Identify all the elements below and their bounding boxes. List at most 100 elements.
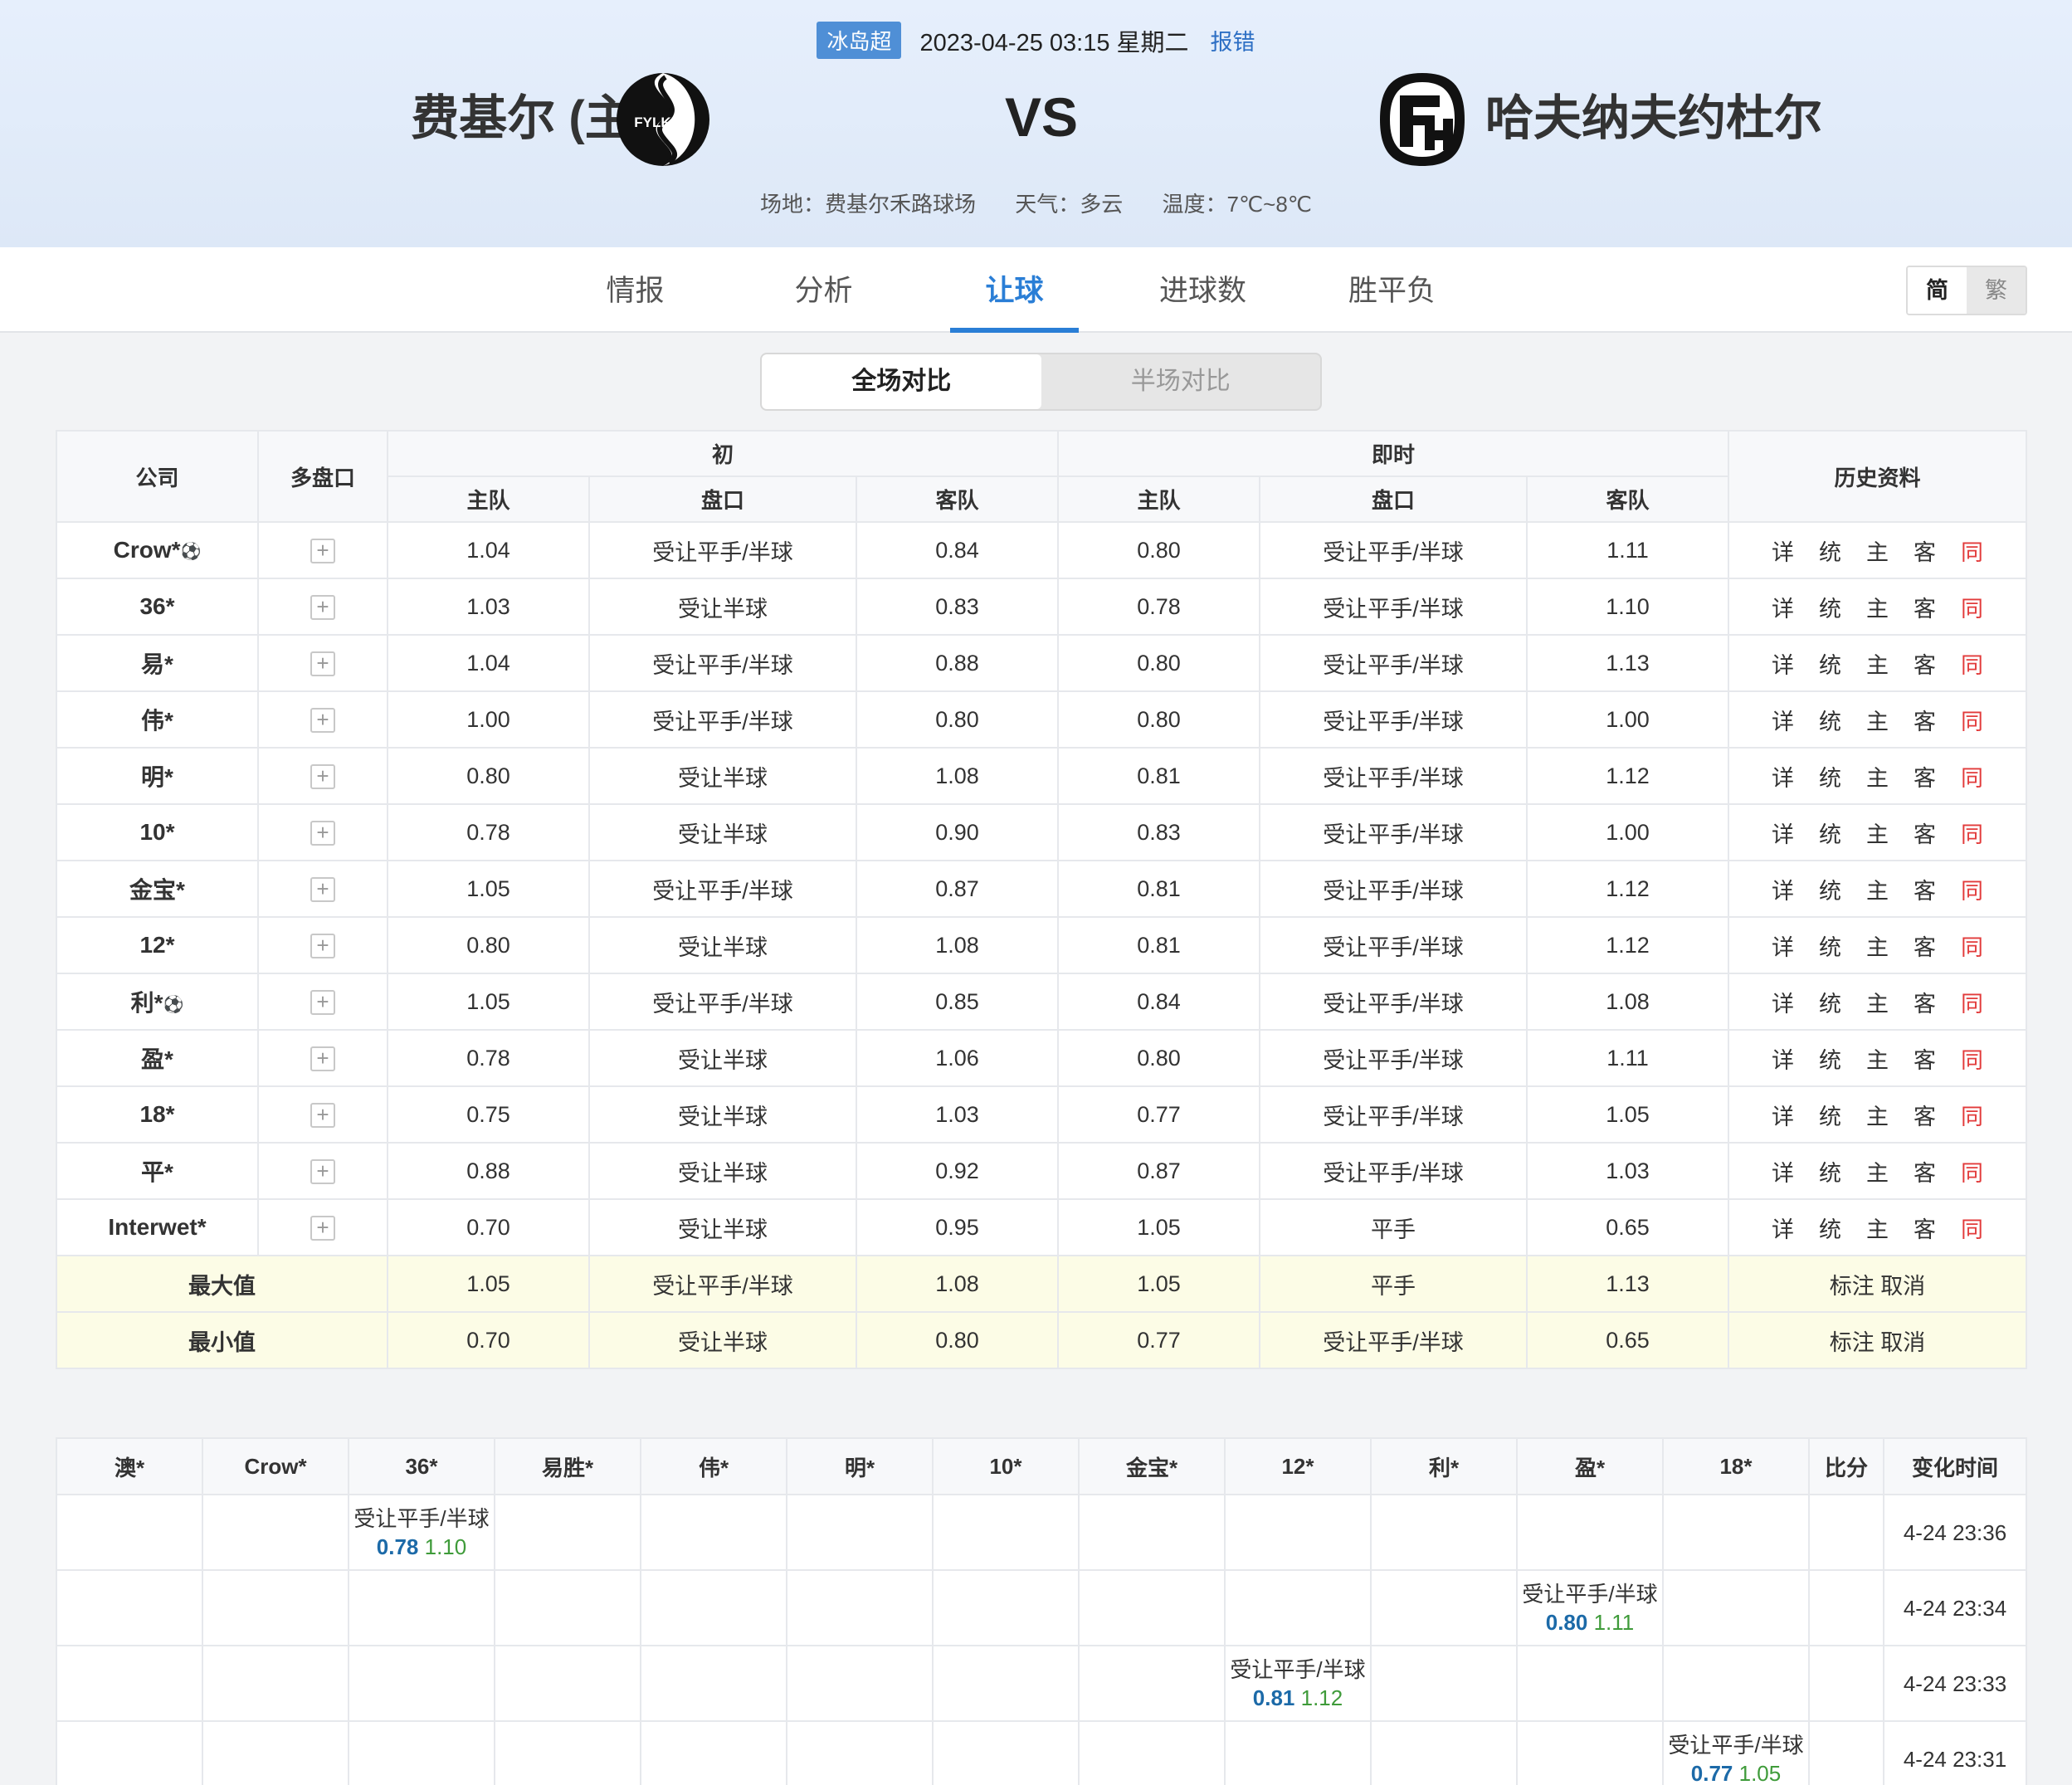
expand-plus-icon[interactable]: + — [310, 876, 335, 902]
expand-plus-icon[interactable]: + — [310, 1102, 335, 1128]
detail-link[interactable]: 详 — [1772, 1212, 1794, 1244]
detail-link[interactable]: 详 — [1772, 873, 1794, 905]
tab-handicap[interactable]: 让球 — [950, 247, 1079, 333]
company-cell[interactable]: 10* — [56, 803, 259, 861]
same-link[interactable]: 同 — [1961, 1155, 1983, 1188]
expand-plus-icon[interactable]: + — [310, 763, 335, 789]
stats-link[interactable]: 统 — [1819, 817, 1841, 849]
away-link[interactable]: 客 — [1914, 1155, 1936, 1188]
company-cell[interactable]: 12* — [56, 916, 259, 974]
home-link[interactable]: 主 — [1866, 704, 1889, 736]
away-link[interactable]: 客 — [1914, 704, 1936, 736]
home-link[interactable]: 主 — [1866, 591, 1889, 623]
expand-plus-icon[interactable]: + — [310, 1215, 335, 1241]
same-link[interactable]: 同 — [1961, 817, 1983, 849]
away-link[interactable]: 客 — [1914, 1099, 1936, 1131]
away-link[interactable]: 客 — [1914, 986, 1936, 1018]
home-team-logo[interactable]: FYLKIR — [614, 71, 712, 168]
detail-link[interactable]: 详 — [1772, 1099, 1794, 1131]
full-match-button[interactable]: 全场对比 — [762, 354, 1041, 409]
company-cell[interactable]: 盈* — [56, 1029, 259, 1087]
same-link[interactable]: 同 — [1961, 760, 1983, 793]
stats-link[interactable]: 统 — [1819, 1099, 1841, 1131]
away-team-name[interactable]: 哈夫纳夫约杜尔 — [1485, 65, 1822, 173]
detail-link[interactable]: 详 — [1772, 647, 1794, 680]
company-cell[interactable]: Interwet* — [56, 1198, 259, 1256]
same-link[interactable]: 同 — [1961, 704, 1983, 736]
stats-link[interactable]: 统 — [1819, 1212, 1841, 1244]
detail-link[interactable]: 详 — [1772, 1042, 1794, 1075]
tab-goals[interactable]: 进球数 — [1138, 247, 1267, 333]
away-link[interactable]: 客 — [1914, 1212, 1936, 1244]
home-link[interactable]: 主 — [1866, 647, 1889, 680]
expand-plus-icon[interactable]: + — [310, 989, 335, 1015]
stats-link[interactable]: 统 — [1819, 704, 1841, 736]
same-link[interactable]: 同 — [1961, 1212, 1983, 1244]
expand-plus-icon[interactable]: + — [310, 820, 335, 846]
same-link[interactable]: 同 — [1961, 591, 1983, 623]
away-link[interactable]: 客 — [1914, 647, 1936, 680]
detail-link[interactable]: 详 — [1772, 1155, 1794, 1188]
company-cell[interactable]: Crow*⚽ — [56, 521, 259, 579]
company-cell[interactable]: 明* — [56, 747, 259, 805]
stats-link[interactable]: 统 — [1819, 1155, 1841, 1188]
expand-plus-icon[interactable]: + — [310, 933, 335, 958]
same-link[interactable]: 同 — [1961, 929, 1983, 962]
same-link[interactable]: 同 — [1961, 1099, 1983, 1131]
home-team-name[interactable]: 费基尔 (主) — [411, 65, 649, 173]
stats-link[interactable]: 统 — [1819, 760, 1841, 793]
home-link[interactable]: 主 — [1866, 1099, 1889, 1131]
stats-link[interactable]: 统 — [1819, 534, 1841, 567]
stats-link[interactable]: 统 — [1819, 647, 1841, 680]
stats-link[interactable]: 统 — [1819, 986, 1841, 1018]
home-link[interactable]: 主 — [1866, 1042, 1889, 1075]
company-cell[interactable]: 伟* — [56, 690, 259, 749]
league-badge[interactable]: 冰岛超 — [817, 22, 902, 59]
home-link[interactable]: 主 — [1866, 873, 1889, 905]
home-link[interactable]: 主 — [1866, 929, 1889, 962]
away-link[interactable]: 客 — [1914, 929, 1936, 962]
detail-link[interactable]: 详 — [1772, 534, 1794, 567]
half-match-button[interactable]: 半场对比 — [1041, 354, 1321, 409]
expand-plus-icon[interactable]: + — [310, 707, 335, 733]
report-error-link[interactable]: 报错 — [1211, 30, 1255, 55]
away-link[interactable]: 客 — [1914, 817, 1936, 849]
mark-cancel-actions[interactable]: 标注 取消 — [1728, 1255, 2028, 1313]
away-team-logo[interactable] — [1373, 71, 1471, 168]
detail-link[interactable]: 详 — [1772, 986, 1794, 1018]
stats-link[interactable]: 统 — [1819, 873, 1841, 905]
away-link[interactable]: 客 — [1914, 534, 1936, 567]
lang-simplified-button[interactable]: 简 — [1908, 267, 1967, 314]
stats-link[interactable]: 统 — [1819, 929, 1841, 962]
stats-link[interactable]: 统 — [1819, 1042, 1841, 1075]
expand-plus-icon[interactable]: + — [310, 538, 335, 563]
detail-link[interactable]: 详 — [1772, 817, 1794, 849]
expand-plus-icon[interactable]: + — [310, 1158, 335, 1184]
away-link[interactable]: 客 — [1914, 760, 1936, 793]
expand-plus-icon[interactable]: + — [310, 1046, 335, 1071]
same-link[interactable]: 同 — [1961, 986, 1983, 1018]
company-cell[interactable]: 金宝* — [56, 860, 259, 918]
home-link[interactable]: 主 — [1866, 1155, 1889, 1188]
company-cell[interactable]: 36* — [56, 578, 259, 636]
home-link[interactable]: 主 — [1866, 986, 1889, 1018]
expand-plus-icon[interactable]: + — [310, 651, 335, 676]
detail-link[interactable]: 详 — [1772, 591, 1794, 623]
company-cell[interactable]: 易* — [56, 634, 259, 692]
detail-link[interactable]: 详 — [1772, 929, 1794, 962]
stats-link[interactable]: 统 — [1819, 591, 1841, 623]
company-cell[interactable]: 利*⚽ — [56, 973, 259, 1031]
home-link[interactable]: 主 — [1866, 1212, 1889, 1244]
home-link[interactable]: 主 — [1866, 760, 1889, 793]
tab-1x2[interactable]: 胜平负 — [1328, 247, 1456, 333]
same-link[interactable]: 同 — [1961, 534, 1983, 567]
detail-link[interactable]: 详 — [1772, 760, 1794, 793]
mark-cancel-actions[interactable]: 标注 取消 — [1728, 1311, 2028, 1369]
company-cell[interactable]: 18* — [56, 1085, 259, 1144]
company-cell[interactable]: 平* — [56, 1142, 259, 1200]
away-link[interactable]: 客 — [1914, 873, 1936, 905]
tab-intel[interactable]: 情报 — [571, 247, 700, 333]
same-link[interactable]: 同 — [1961, 873, 1983, 905]
same-link[interactable]: 同 — [1961, 647, 1983, 680]
detail-link[interactable]: 详 — [1772, 704, 1794, 736]
